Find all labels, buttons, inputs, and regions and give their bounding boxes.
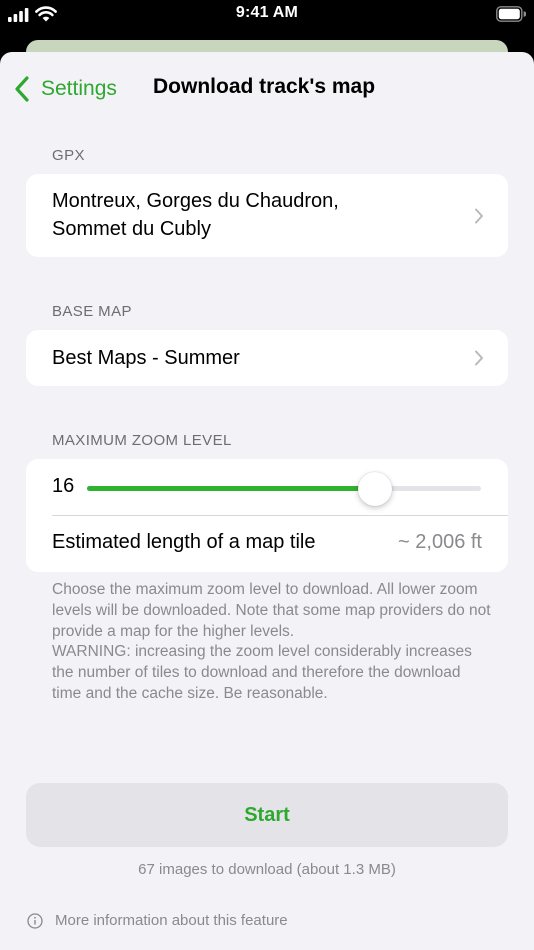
back-button[interactable]: Settings [14,74,117,104]
row-divider [52,515,508,516]
gpx-track-row[interactable]: Montreux, Gorges du Chaudron, Sommet du … [26,174,508,257]
zoom-slider-fill [87,486,375,491]
zoom-slider-thumb[interactable] [357,472,392,506]
base-map-section-header: BASE MAP [52,303,132,320]
zoom-footnote-warning: WARNING: increasing the zoom level consi… [52,643,472,702]
info-circle-icon [27,912,43,929]
zoom-card: 16 Estimated length of a map tile ~ 2,00… [26,459,508,572]
base-map-row[interactable]: Best Maps - Summer [26,330,508,386]
download-summary: 67 images to download (about 1.3 MB) [138,861,396,878]
tile-length-value: ~ 2,006 ft [398,531,482,553]
base-map-value: Best Maps - Summer [52,347,240,369]
zoom-footnote-description: Choose the maximum zoom level to downloa… [52,581,491,640]
tile-length-label: Estimated length of a map tile [52,531,316,553]
more-info-label: More information about this feature [55,912,288,929]
download-map-sheet: Settings Download track's map GPX Montre… [0,52,534,950]
more-info-link[interactable]: More information about this feature [27,912,288,929]
page-title: Download track's map [153,75,376,98]
chevron-left-icon [15,76,29,102]
status-bar: 9:41 AM [0,0,534,30]
gpx-track-name-line-2: Sommet du Cubly [52,218,211,240]
status-time: 9:41 AM [235,4,299,21]
zoom-level-value: 16 [52,475,75,497]
chevron-right-icon [475,208,483,224]
start-button[interactable]: Start [26,783,508,847]
gpx-track-name-line-1: Montreux, Gorges du Chaudron, [52,190,339,212]
zoom-section-header: MAXIMUM ZOOM LEVEL [52,432,232,449]
zoom-slider[interactable] [87,472,481,506]
battery-icon [496,6,526,22]
zoom-footnote: Choose the maximum zoom level to downloa… [52,580,492,705]
gpx-section-header: GPX [52,147,85,164]
back-button-label: Settings [41,77,117,100]
gpx-track-name: Montreux, Gorges du Chaudron, Sommet du … [52,187,339,243]
chevron-right-icon [475,350,483,366]
